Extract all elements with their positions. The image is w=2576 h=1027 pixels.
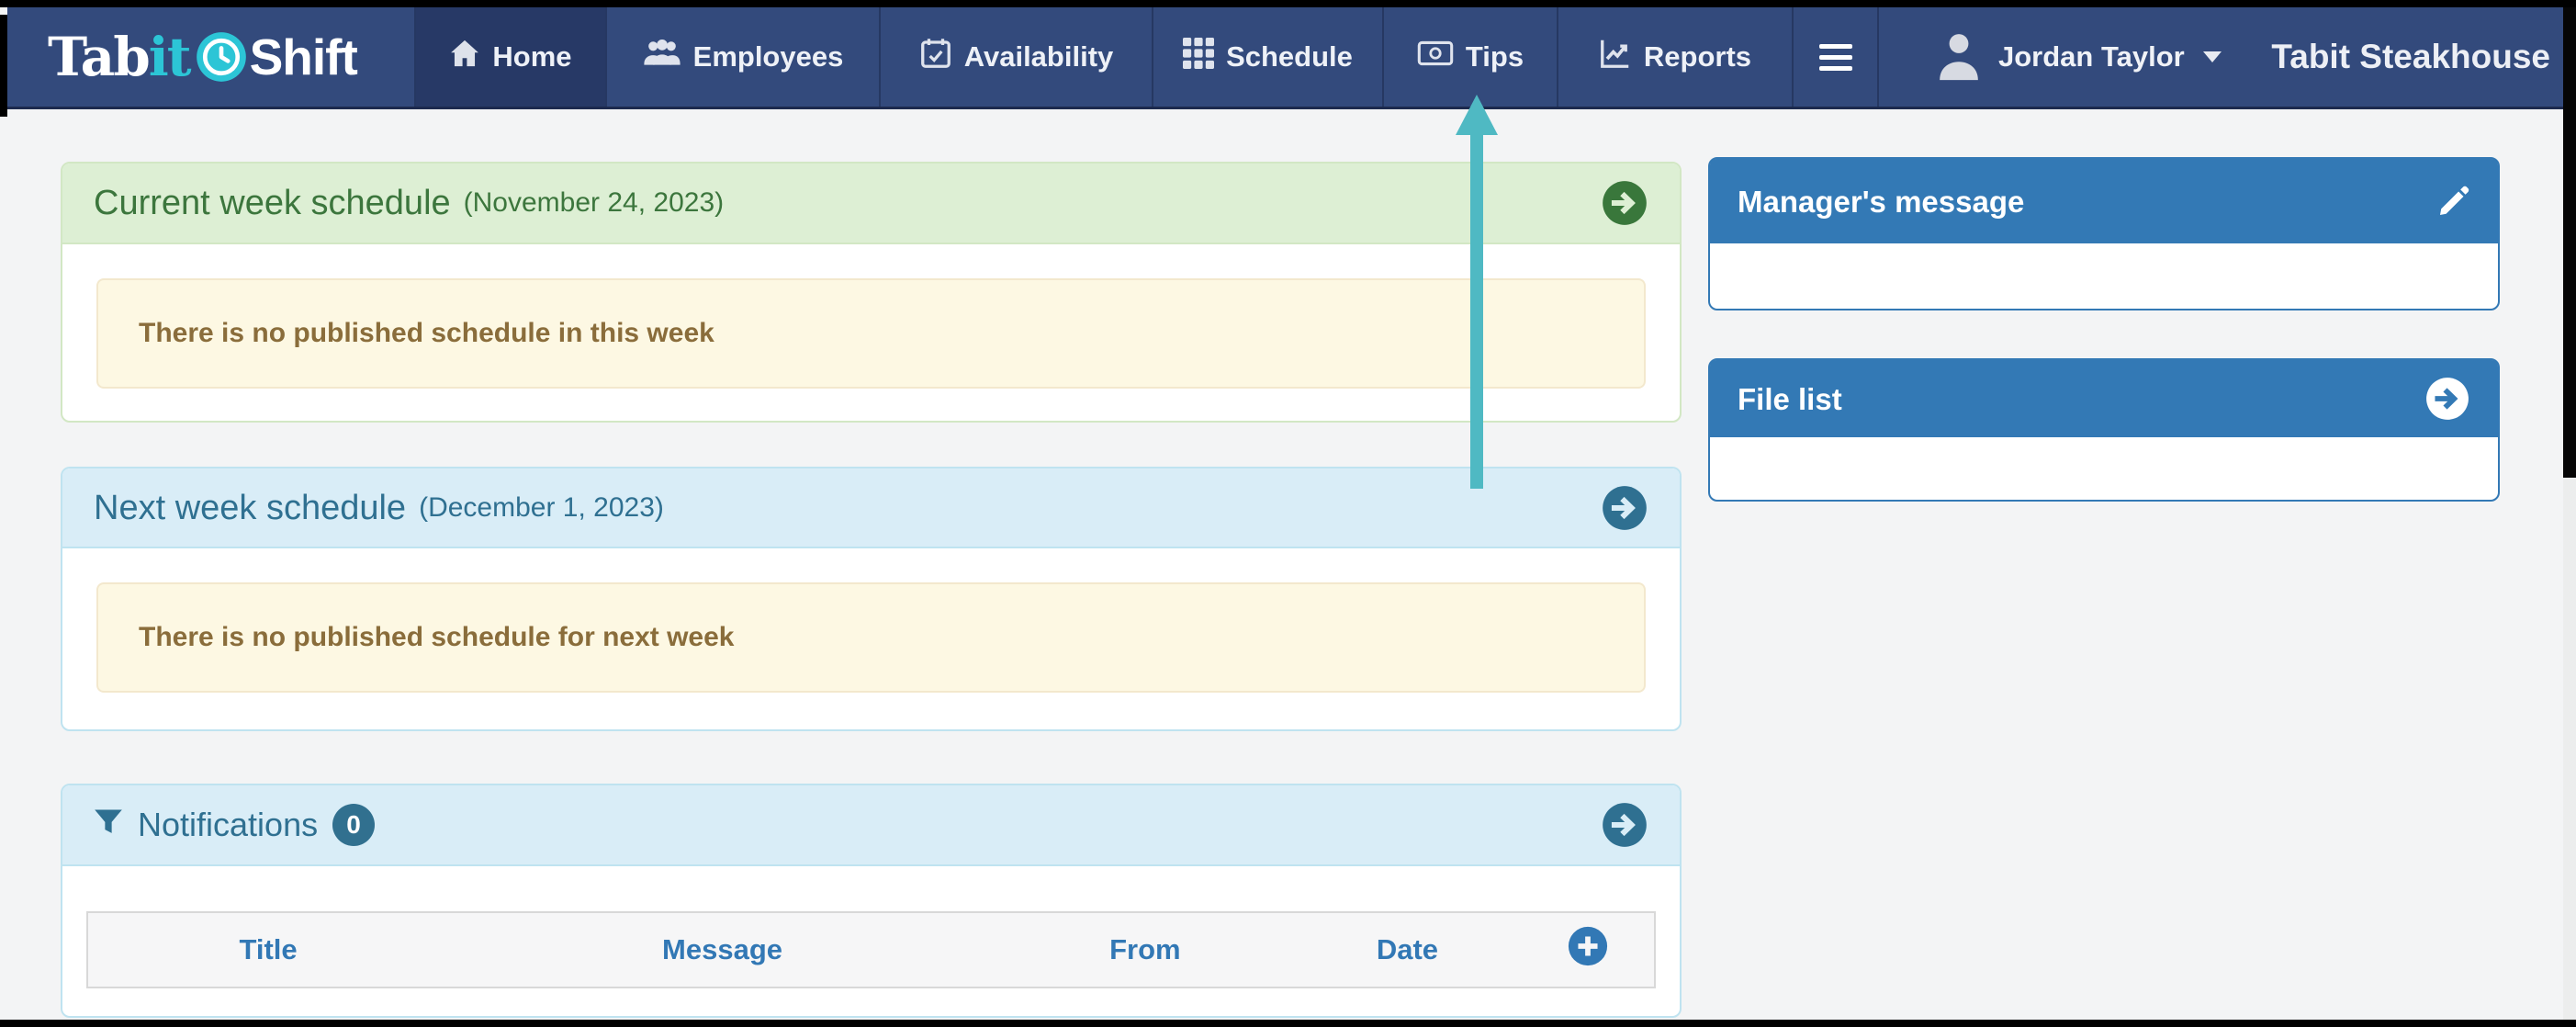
employees-icon bbox=[643, 38, 681, 76]
nav-item-label: Home bbox=[492, 40, 571, 73]
circle-arrow-right-icon[interactable] bbox=[1601, 801, 1648, 849]
nav-item-availability[interactable]: Availability bbox=[879, 7, 1152, 107]
person-icon bbox=[1936, 29, 1982, 85]
home-icon bbox=[449, 39, 480, 75]
scrollbar-thumb[interactable] bbox=[2563, 7, 2576, 478]
nav-item-employees[interactable]: Employees bbox=[605, 7, 879, 107]
money-icon bbox=[1417, 39, 1454, 75]
user-name: Jordan Taylor bbox=[1998, 40, 2185, 73]
top-navbar: Tab it Shift Home Employees Avai bbox=[7, 7, 2563, 109]
add-notification-button[interactable] bbox=[1521, 925, 1654, 975]
notifications-panel: Notifications 0 Title Message From Date bbox=[61, 784, 1682, 1018]
brand-text-tab: Tab bbox=[48, 30, 149, 84]
nav-item-reports[interactable]: Reports bbox=[1557, 7, 1794, 107]
hamburger-icon bbox=[1819, 44, 1852, 49]
panel-title: File list bbox=[1738, 384, 1842, 414]
calendar-check-icon bbox=[919, 37, 952, 77]
panel-date: (December 1, 2023) bbox=[419, 494, 664, 522]
chart-line-icon bbox=[1599, 37, 1632, 77]
panel-title: Notifications bbox=[138, 808, 318, 841]
column-header-title[interactable]: Title bbox=[88, 933, 448, 966]
column-header-from[interactable]: From bbox=[996, 933, 1294, 966]
funnel-icon[interactable] bbox=[94, 808, 123, 842]
plus-circle-icon bbox=[1567, 925, 1609, 975]
next-week-panel: Next week schedule (December 1, 2023) Th… bbox=[61, 467, 1682, 731]
panel-date: (November 24, 2023) bbox=[464, 189, 724, 217]
nav-item-tips[interactable]: Tips bbox=[1382, 7, 1557, 107]
managers-message-panel: Manager's message bbox=[1708, 157, 2500, 310]
nav-item-label: Tips bbox=[1466, 40, 1524, 73]
circle-arrow-right-icon[interactable] bbox=[1601, 484, 1648, 532]
nav-item-label: Availability bbox=[964, 40, 1114, 73]
panel-title: Next week schedule bbox=[94, 491, 406, 525]
notifications-header: Notifications 0 bbox=[62, 785, 1680, 866]
panel-title: Manager's message bbox=[1738, 186, 2024, 217]
nav-item-label: Reports bbox=[1644, 40, 1751, 73]
brand-text-it: it bbox=[149, 30, 190, 84]
app-root: Tab it Shift Home Employees Avai bbox=[0, 0, 2576, 1027]
next-week-header: Next week schedule (December 1, 2023) bbox=[62, 468, 1680, 548]
page-background: Tab it Shift Home Employees Avai bbox=[0, 7, 2563, 1020]
panel-title: Current week schedule bbox=[94, 186, 451, 220]
managers-message-header: Manager's message bbox=[1710, 159, 2498, 243]
circle-arrow-right-icon[interactable] bbox=[1601, 179, 1648, 227]
nav-item-label: Schedule bbox=[1226, 40, 1353, 73]
nav-item-home[interactable]: Home bbox=[414, 7, 605, 107]
column-header-date[interactable]: Date bbox=[1294, 933, 1521, 966]
grid-icon bbox=[1183, 38, 1214, 76]
annotation-arrow-shaft bbox=[1470, 134, 1483, 489]
column-header-message[interactable]: Message bbox=[448, 933, 996, 966]
nav-menu: Home Employees Availability Schedule Tip… bbox=[414, 7, 1794, 107]
page-scrollbar[interactable] bbox=[2563, 7, 2576, 1020]
pencil-icon[interactable] bbox=[2437, 185, 2470, 218]
user-menu[interactable]: Jordan Taylor bbox=[1936, 7, 2222, 107]
no-schedule-alert: There is no published schedule in this w… bbox=[96, 278, 1646, 389]
window-edge-bottom bbox=[0, 1020, 2576, 1027]
nav-item-schedule[interactable]: Schedule bbox=[1152, 7, 1382, 107]
brand-text-shift: Shift bbox=[250, 32, 357, 83]
hamburger-menu-button[interactable] bbox=[1794, 7, 1879, 107]
restaurant-name: Tabit Steakhouse bbox=[2271, 7, 2550, 107]
file-list-header: File list bbox=[1710, 360, 2498, 437]
brand-logo[interactable]: Tab it Shift bbox=[48, 7, 357, 107]
no-schedule-alert: There is no published schedule for next … bbox=[96, 582, 1646, 693]
current-week-panel: Current week schedule (November 24, 2023… bbox=[61, 162, 1682, 423]
nav-item-label: Employees bbox=[693, 40, 844, 73]
window-edge-top bbox=[0, 0, 2576, 7]
file-list-panel: File list bbox=[1708, 358, 2500, 502]
clock-icon bbox=[196, 31, 247, 83]
window-edge-left bbox=[0, 15, 7, 117]
notifications-table-header: Title Message From Date bbox=[86, 911, 1656, 988]
circle-arrow-right-icon[interactable] bbox=[2424, 376, 2470, 422]
chevron-down-icon bbox=[2203, 51, 2222, 62]
annotation-arrow-head bbox=[1456, 95, 1498, 135]
current-week-header: Current week schedule (November 24, 2023… bbox=[62, 164, 1680, 244]
notifications-count-badge: 0 bbox=[332, 804, 375, 846]
